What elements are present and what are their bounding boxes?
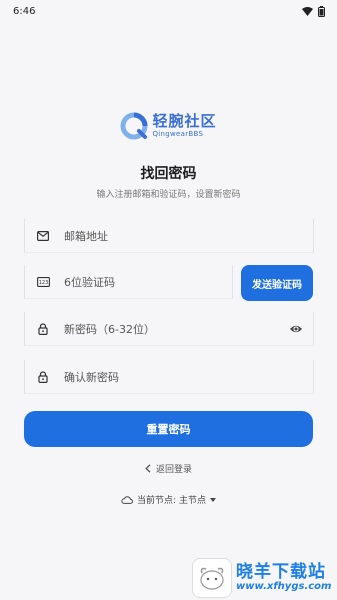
code-field[interactable]: 123 6位验证码 (24, 265, 233, 299)
battery-icon (318, 5, 325, 17)
status-icons (302, 5, 325, 17)
status-time: 6:46 (13, 5, 36, 17)
email-field[interactable]: 邮箱地址 (24, 219, 314, 253)
send-code-button[interactable]: 发送验证码 (241, 265, 313, 301)
app-logo: 轻腕社区 QingwearBBS (0, 112, 337, 140)
cloud-icon (121, 495, 134, 504)
wifi-icon (302, 6, 313, 16)
new-password-placeholder: 新密码（6-32位） (64, 322, 155, 336)
code-placeholder: 6位验证码 (64, 275, 115, 289)
svg-text:123: 123 (38, 280, 48, 286)
new-password-field[interactable]: 新密码（6-32位） (24, 312, 314, 346)
caret-down-icon (209, 497, 216, 502)
status-bar: 6:46 (0, 0, 337, 22)
logo-name-en: QingwearBBS (152, 130, 204, 138)
code-icon: 123 (36, 275, 50, 289)
page-subtitle: 输入注册邮箱和验证码，设置新密码 (96, 190, 241, 200)
lock-icon (36, 322, 50, 336)
email-placeholder: 邮箱地址 (64, 229, 108, 243)
eye-icon[interactable] (289, 322, 303, 336)
logo-text: 轻腕社区 QingwearBBS (152, 114, 216, 138)
logo-name-cn: 轻腕社区 (152, 112, 217, 130)
reset-password-button[interactable]: 重置密码 (24, 411, 313, 447)
logo-mark-icon (120, 112, 148, 140)
page-title: 找回密码 (140, 166, 197, 182)
confirm-password-placeholder: 确认新密码 (64, 370, 119, 384)
back-to-login-link[interactable]: 返回登录 (0, 462, 337, 475)
watermark-logo-icon (192, 558, 232, 598)
watermark-text: 晓羊下载站 www.xfhygs.com (236, 561, 332, 592)
mail-icon (36, 229, 50, 243)
watermark: 晓羊下载站 www.xfhygs.com (192, 556, 337, 600)
back-to-login-label: 返回登录 (155, 465, 192, 475)
chevron-left-icon (145, 464, 151, 473)
watermark-name: 晓羊下载站 (236, 561, 326, 582)
lock-icon (36, 370, 50, 384)
confirm-password-field[interactable]: 确认新密码 (24, 360, 314, 394)
node-selector[interactable]: 当前节点: 主节点 (0, 493, 337, 506)
node-label: 当前节点: 主节点 (137, 496, 206, 506)
watermark-url: www.xfhygs.com (236, 580, 332, 592)
